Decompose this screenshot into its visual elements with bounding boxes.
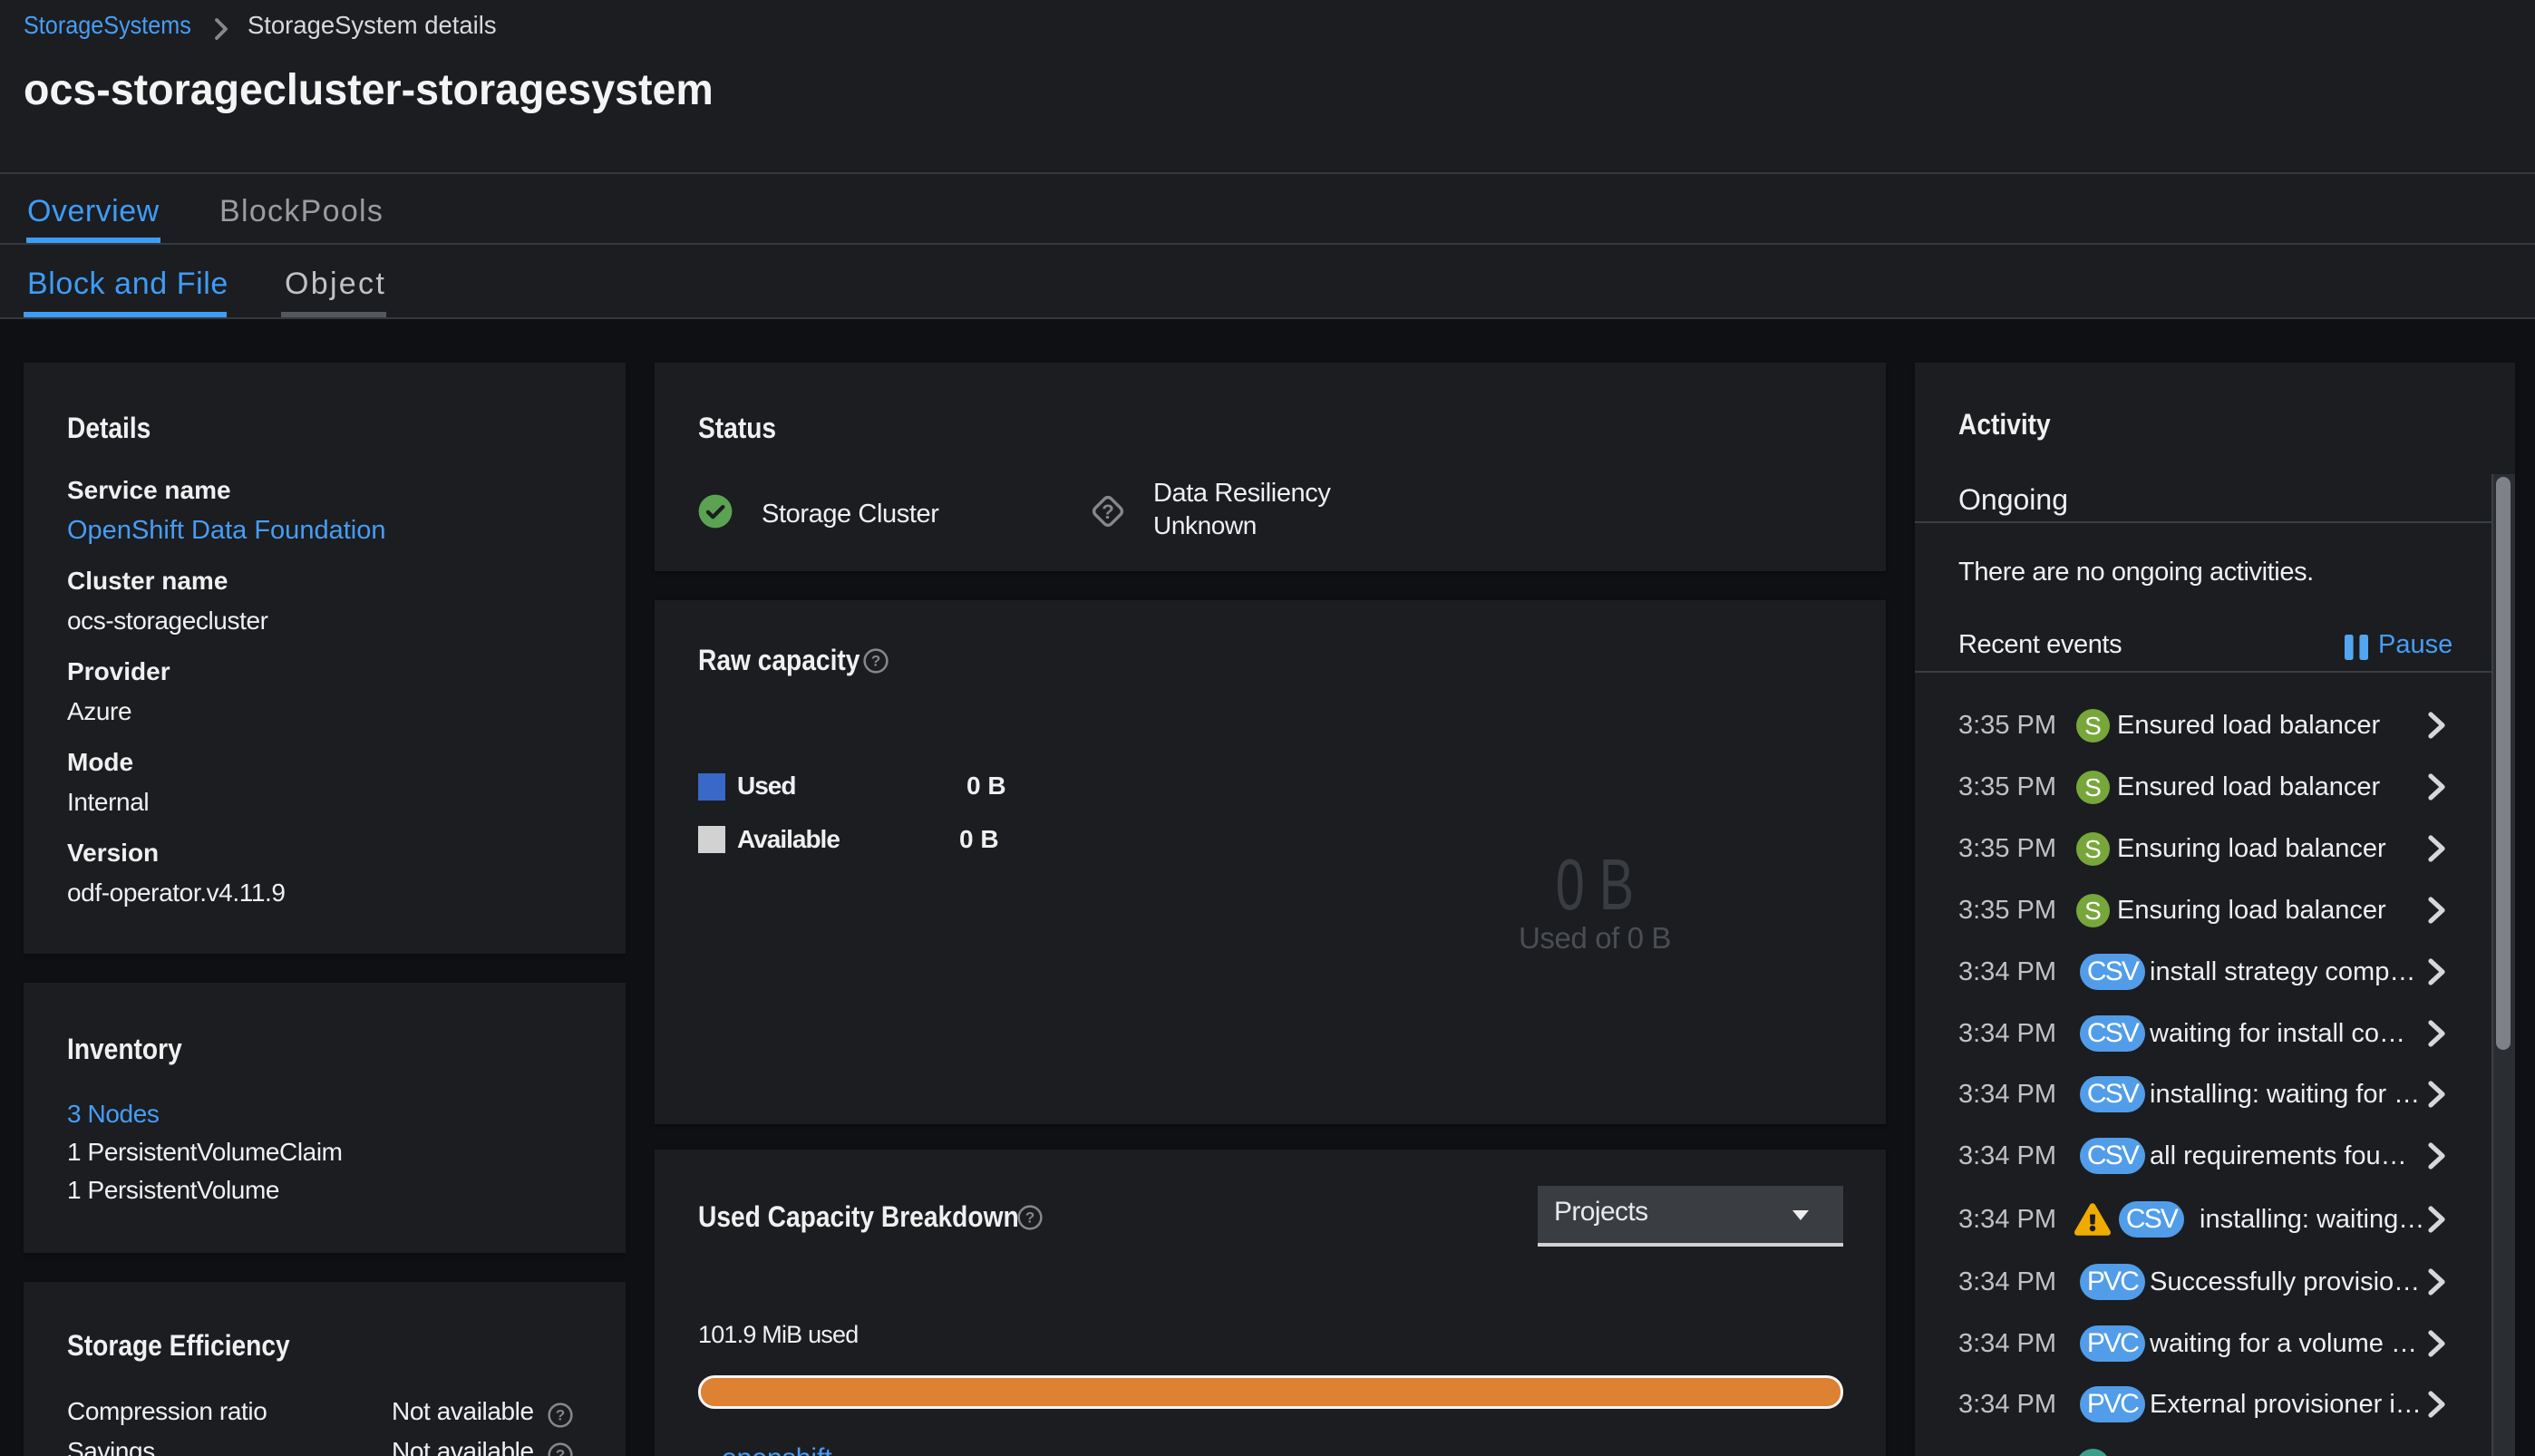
svg-text:?: ? [871,652,880,669]
svg-text:?: ? [1102,500,1114,523]
svg-text:?: ? [556,1446,565,1456]
svg-text:?: ? [1025,1208,1034,1226]
svg-text:?: ? [556,1406,565,1423]
